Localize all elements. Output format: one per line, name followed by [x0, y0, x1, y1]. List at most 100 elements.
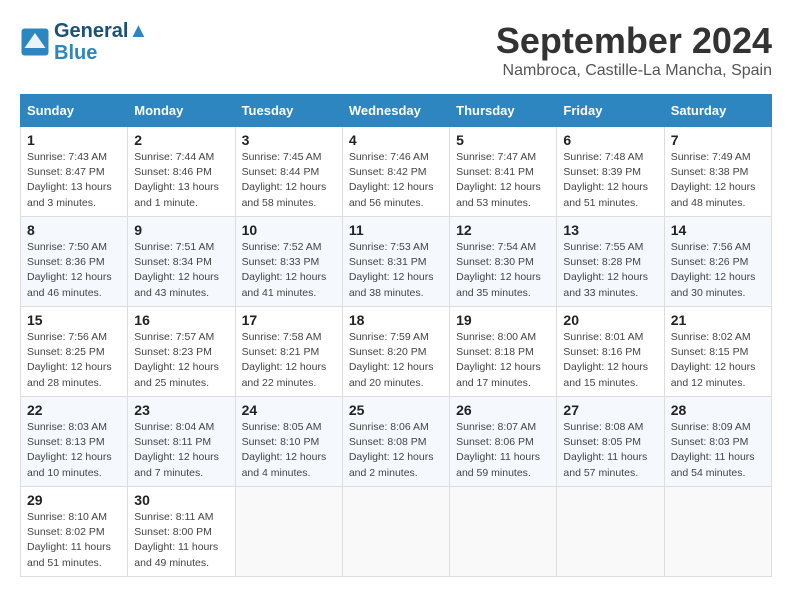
col-header-tuesday: Tuesday — [235, 95, 342, 127]
day-number: 25 — [349, 402, 443, 418]
calendar-cell: 24 Sunrise: 8:05 AMSunset: 8:10 PMDayligh… — [235, 397, 342, 487]
day-number: 19 — [456, 312, 550, 328]
sunrise-label: Sunrise: 8:08 AM — [563, 421, 643, 433]
location-subtitle: Nambroca, Castille-La Mancha, Spain — [496, 62, 772, 80]
calendar-cell: 23Sunrise: 8:04 AMSunset: 8:11 PMDayligh… — [128, 397, 235, 487]
sunset-label: Sunset: 8:39 PM — [563, 166, 641, 178]
calendar-cell: 1Sunrise: 7:43 AMSunset: 8:47 PMDaylight… — [21, 127, 128, 217]
day-info: Sunrise: 7:56 AMSunset: 8:25 PMDaylight:… — [27, 330, 121, 391]
calendar-cell: 13 Sunrise: 7:55 AM Sunset: 8:28 PM Dayligh… — [557, 217, 664, 307]
calendar-cell: 12Sunrise: 7:54 AMSunset: 8:30 PMDayligh… — [450, 217, 557, 307]
calendar-cell: 18Sunrise: 7:59 AMSunset: 8:20 PMDayligh… — [342, 307, 449, 397]
day-info: Sunrise: 7:52 AMSunset: 8:33 PMDaylight:… — [242, 240, 336, 301]
sunset-label: Sunset: 8:16 PM — [563, 346, 641, 358]
day-number: 13 — [563, 222, 657, 238]
sunset-label: Sunset: 8:33 PM — [242, 256, 320, 268]
col-header-saturday: Saturday — [664, 95, 771, 127]
day-number: 23 — [134, 402, 228, 418]
calendar-cell: 17Sunrise: 7:58 AMSunset: 8:21 PMDayligh… — [235, 307, 342, 397]
daylight-label: Daylight: 12 hours and 25 minutes. — [134, 361, 219, 388]
sunset-label: Sunset: 8:18 PM — [456, 346, 534, 358]
day-number: 22 — [27, 402, 121, 418]
daylight-label: Daylight: 13 hours and 3 minutes. — [27, 181, 112, 208]
sunset-label: Sunset: 8:26 PM — [671, 256, 749, 268]
day-info: Sunrise: 7:53 AMSunset: 8:31 PMDaylight:… — [349, 240, 443, 301]
day-info: Sunrise: 8:09 AMSunset: 8:03 PMDaylight:… — [671, 420, 765, 481]
calendar-cell: 27 Sunrise: 8:08 AMSunset: 8:05 PMDayligh… — [557, 397, 664, 487]
day-number: 14 — [671, 222, 765, 238]
logo-text: General▲ Blue — [54, 20, 148, 64]
day-info: Sunrise: 7:45 AMSunset: 8:44 PMDaylight:… — [242, 150, 336, 211]
sunset-label: Sunset: 8:03 PM — [671, 436, 749, 448]
logo: General▲ Blue — [20, 20, 148, 64]
day-info: Sunrise: 7:51 AMSunset: 8:34 PMDaylight:… — [134, 240, 228, 301]
sunset-label: Sunset: 8:28 PM — [563, 256, 641, 268]
daylight-label: Daylight: 13 hours and 1 minute. — [134, 181, 219, 208]
sunrise-label: Sunrise: 7:51 AM — [134, 241, 214, 253]
sunrise-label: Sunrise: 7:46 AM — [349, 151, 429, 163]
sunrise-label: Sunrise: 8:09 AM — [671, 421, 751, 433]
calendar-cell: 2Sunrise: 7:44 AMSunset: 8:46 PMDaylight… — [128, 127, 235, 217]
sunrise-label: Sunrise: 7:58 AM — [242, 331, 322, 343]
daylight-label: Daylight: 12 hours and 2 minutes. — [349, 451, 434, 478]
day-number: 18 — [349, 312, 443, 328]
daylight-label: Daylight: 12 hours and 43 minutes. — [134, 271, 219, 298]
sunset-label: Sunset: 8:23 PM — [134, 346, 212, 358]
sunrise-label: Sunrise: 7:55 AM — [563, 241, 643, 253]
month-year-title: September 2024 — [496, 20, 772, 62]
calendar-cell: 30Sunrise: 8:11 AMSunset: 8:00 PMDayligh… — [128, 487, 235, 577]
daylight-label: Daylight: 12 hours and 33 minutes. — [563, 271, 648, 298]
sunrise-label: Sunrise: 7:57 AM — [134, 331, 214, 343]
sunrise-label: Sunrise: 7:45 AM — [242, 151, 322, 163]
calendar-cell: 20Sunrise: 8:01 AMSunset: 8:16 PMDayligh… — [557, 307, 664, 397]
calendar-cell: 9Sunrise: 7:51 AMSunset: 8:34 PMDaylight… — [128, 217, 235, 307]
sunset-label: Sunset: 8:46 PM — [134, 166, 212, 178]
sunset-label: Sunset: 8:47 PM — [27, 166, 105, 178]
day-number: 1 — [27, 132, 121, 148]
calendar-table: SundayMondayTuesdayWednesdayThursdayFrid… — [20, 94, 772, 577]
sunrise-label: Sunrise: 8:11 AM — [134, 511, 213, 523]
calendar-cell: 15Sunrise: 7:56 AMSunset: 8:25 PMDayligh… — [21, 307, 128, 397]
day-number: 20 — [563, 312, 657, 328]
sunset-label: Sunset: 8:00 PM — [134, 526, 212, 538]
day-info: Sunrise: 7:46 AMSunset: 8:42 PMDaylight:… — [349, 150, 443, 211]
sunset-label: Sunset: 8:08 PM — [349, 436, 427, 448]
calendar-cell: 6Sunrise: 7:48 AMSunset: 8:39 PMDaylight… — [557, 127, 664, 217]
day-number: 2 — [134, 132, 228, 148]
calendar-cell — [235, 487, 342, 577]
day-number: 11 — [349, 222, 443, 238]
calendar-cell — [342, 487, 449, 577]
sunset-label: Sunset: 8:30 PM — [456, 256, 534, 268]
sunrise-label: Sunrise: 7:53 AM — [349, 241, 429, 253]
daylight-label: Daylight: 12 hours and 15 minutes. — [563, 361, 648, 388]
day-number: 26 — [456, 402, 550, 418]
daylight-label: Daylight: 12 hours and 56 minutes. — [349, 181, 434, 208]
day-info: Sunrise: 8:07 AMSunset: 8:06 PMDaylight:… — [456, 420, 550, 481]
day-number: 29 — [27, 492, 121, 508]
sunset-label: Sunset: 8:25 PM — [27, 346, 105, 358]
sunrise-label: Sunrise: 7:59 AM — [349, 331, 429, 343]
sunrise-label: Sunrise: 7:48 AM — [563, 151, 643, 163]
sunset-label: Sunset: 8:10 PM — [242, 436, 320, 448]
day-info: Sunrise: 7:56 AMSunset: 8:26 PMDaylight:… — [671, 240, 765, 301]
daylight-label: Daylight: 12 hours and 20 minutes. — [349, 361, 434, 388]
day-info: Sunrise: 7:57 AM Sunset: 8:23 PM Daylight:… — [134, 330, 228, 391]
sunset-label: Sunset: 8:13 PM — [27, 436, 105, 448]
daylight-label: Daylight: 12 hours and 7 minutes. — [134, 451, 219, 478]
day-info: Sunrise: 8:08 AMSunset: 8:05 PMDaylight:… — [563, 420, 657, 481]
day-number: 3 — [242, 132, 336, 148]
day-info: Sunrise: 8:06 AM Sunset: 8:08 PM Daylight:… — [349, 420, 443, 481]
day-number: 27 — [563, 402, 657, 418]
day-info: Sunrise: 8:05 AMSunset: 8:10 PMDaylight:… — [242, 420, 336, 481]
calendar-cell: 5Sunrise: 7:47 AMSunset: 8:41 PMDaylight… — [450, 127, 557, 217]
day-number: 24 — [242, 402, 336, 418]
sunrise-label: Sunrise: 8:06 AM — [349, 421, 429, 433]
sunrise-label: Sunrise: 7:49 AM — [671, 151, 751, 163]
col-header-friday: Friday — [557, 95, 664, 127]
sunrise-label: Sunrise: 7:54 AM — [456, 241, 536, 253]
col-header-wednesday: Wednesday — [342, 95, 449, 127]
calendar-cell: 11 Sunrise: 7:53 AMSunset: 8:31 PMDayligh… — [342, 217, 449, 307]
sunrise-label: Sunrise: 7:50 AM — [27, 241, 107, 253]
sunset-label: Sunset: 8:36 PM — [27, 256, 105, 268]
sunset-label: Sunset: 8:11 PM — [134, 436, 211, 448]
